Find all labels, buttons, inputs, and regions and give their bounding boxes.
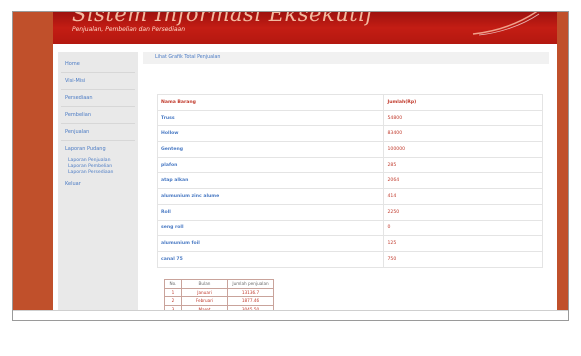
table-row: alumunium foil 125: [157, 235, 543, 252]
nav-pembelian[interactable]: Pembelian: [61, 107, 135, 124]
column-header-jumlah: Jumlah penjualan: [227, 279, 274, 289]
item-name: Hollow: [157, 125, 383, 143]
item-amount: 100000: [382, 141, 543, 158]
monthly-jumlah: 1877.46: [227, 296, 274, 306]
column-header-bulan: Bulan: [181, 279, 228, 289]
item-amount: 83400: [382, 125, 543, 143]
browser-frame: Sistem Informasi Eksekutif Penjualan, Pe…: [12, 11, 569, 321]
header-banner: Sistem Informasi Eksekutif Penjualan, Pe…: [53, 11, 557, 44]
sidebar: Home Visi-Misi Persediaan Pembelian Penj…: [58, 52, 138, 310]
table-row: seng roll 0: [157, 220, 543, 237]
item-name: Genteng: [157, 141, 383, 158]
table-header-row: Nama Barang Jumlah(Rp): [157, 94, 543, 111]
column-header-amount: Jumlah(Rp): [382, 94, 543, 111]
nav-persediaan[interactable]: Persediaan: [61, 90, 135, 107]
app-subtitle: Penjualan, Pembelian dan Persediaan: [72, 26, 186, 33]
nav-laporan-pudang[interactable]: Laporan Pudang: [61, 141, 135, 158]
item-amount: 0: [382, 220, 543, 237]
item-name: seng roll: [157, 220, 383, 237]
monthly-bulan: Januari: [181, 287, 228, 297]
item-amount: 414: [382, 188, 543, 205]
nav-home[interactable]: Home: [61, 56, 135, 73]
item-amount: 125: [382, 235, 543, 252]
monthly-jumlah: 13136.7: [227, 287, 274, 297]
monthly-no: 1: [164, 287, 182, 297]
chart-link[interactable]: Lihat Grafik Total Penjualan: [155, 55, 220, 60]
table-row: atap alkan 2064: [157, 172, 543, 190]
monthly-row: 2 Februari 1877.46: [164, 296, 274, 306]
nav-penjualan[interactable]: Penjualan: [61, 124, 135, 141]
table-row: Hollow 83400: [157, 125, 543, 143]
item-amount: 2064: [382, 172, 543, 190]
item-amount: 54800: [382, 110, 543, 127]
monthly-bulan: Februari: [181, 296, 228, 306]
item-name: Truss: [157, 110, 383, 127]
column-header-no: No.: [164, 279, 182, 289]
item-name: canal 75: [157, 251, 383, 268]
table-row: Truss 54800: [157, 110, 543, 127]
column-header-name: Nama Barang: [157, 94, 383, 111]
item-name: plafon: [157, 157, 383, 174]
nav-visi-misi[interactable]: Visi-Misi: [61, 73, 135, 90]
table-row: Roll 2250: [157, 204, 543, 221]
nav-keluar[interactable]: Keluar: [61, 176, 135, 193]
page-wrapper: Home Visi-Misi Persediaan Pembelian Penj…: [53, 44, 557, 314]
sales-table: Nama Barang Jumlah(Rp) Truss 54800 Hollow 8…: [157, 94, 543, 268]
monthly-row: 1 Januari 13136.7: [164, 287, 274, 297]
breadcrumb: Lihat Grafik Total Penjualan: [143, 52, 549, 64]
main-content: Lihat Grafik Total Penjualan Nama Barang…: [143, 52, 549, 314]
item-name: alumunium zinc alume: [157, 188, 383, 205]
monthly-header-row: No. Bulan Jumlah penjualan: [164, 279, 274, 289]
item-amount: 2250: [382, 204, 543, 221]
item-name: atap alkan: [157, 172, 383, 190]
item-amount: 750: [382, 251, 543, 268]
item-amount: 285: [382, 157, 543, 174]
monthly-no: 2: [164, 296, 182, 306]
monthly-sales-table: No. Bulan Jumlah penjualan 1 Januari 13136…: [164, 279, 274, 314]
status-strip: [13, 310, 568, 320]
table-row: Genteng 100000: [157, 141, 543, 158]
table-row: plafon 285: [157, 157, 543, 174]
app-title: Sistem Informasi Eksekutif: [72, 11, 374, 26]
table-row: alumunium zinc alume 414: [157, 188, 543, 205]
item-name: Roll: [157, 204, 383, 221]
item-name: alumunium foil: [157, 235, 383, 252]
table-row: canal 75 750: [157, 251, 543, 268]
swoosh-logo: [472, 12, 540, 36]
